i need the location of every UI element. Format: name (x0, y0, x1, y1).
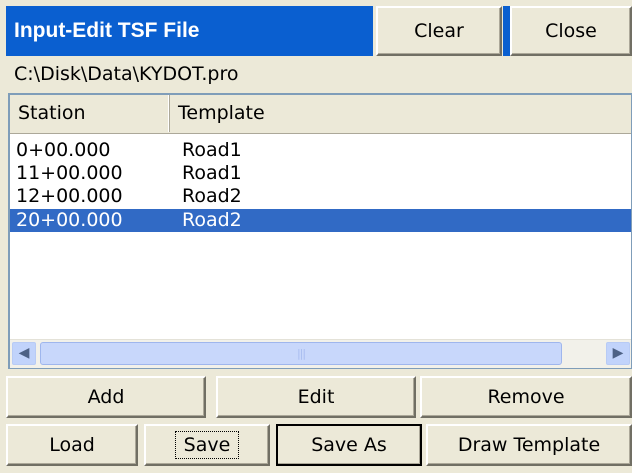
horizontal-scrollbar[interactable]: ◀ ||| ▶ (10, 339, 631, 368)
station-template-list[interactable]: Station Template 0+00.000 Road1 11+00.00… (8, 93, 632, 369)
template-cell: Road1 (182, 162, 242, 184)
template-cell: Road1 (182, 139, 242, 161)
save-button[interactable]: Save (144, 424, 270, 466)
list-row[interactable]: 0+00.000 Road1 (10, 139, 631, 162)
load-button[interactable]: Load (6, 424, 138, 466)
list-row[interactable]: 12+00.000 Road2 (10, 185, 631, 208)
list-row[interactable]: 11+00.000 Road1 (10, 162, 631, 185)
edit-button[interactable]: Edit (216, 376, 416, 418)
save-as-button[interactable]: Save As (276, 424, 422, 466)
file-path-label: C:\Disk\Data\KYDOT.pro (14, 63, 239, 85)
list-header: Station Template (10, 95, 631, 134)
column-header-template[interactable]: Template (170, 95, 631, 132)
scrollbar-thumb[interactable]: ||| (40, 342, 562, 365)
list-row-selected[interactable]: 20+00.000 Road2 (10, 209, 631, 232)
station-cell: 20+00.000 (16, 209, 123, 231)
station-cell: 0+00.000 (16, 139, 111, 161)
clear-button[interactable]: Clear (376, 6, 502, 56)
title-accent-strip (503, 6, 510, 56)
scroll-right-arrow-icon[interactable]: ▶ (606, 342, 630, 365)
draw-template-button[interactable]: Draw Template (426, 424, 632, 466)
template-cell: Road2 (182, 209, 242, 231)
title-bar: Input-Edit TSF File Clear Close (0, 0, 632, 63)
scroll-left-arrow-icon[interactable]: ◀ (12, 342, 36, 365)
station-cell: 11+00.000 (16, 162, 123, 184)
add-button[interactable]: Add (6, 376, 206, 418)
station-cell: 12+00.000 (16, 185, 123, 207)
column-header-station[interactable]: Station (10, 95, 170, 132)
template-cell: Road2 (182, 185, 242, 207)
close-button[interactable]: Close (510, 6, 632, 56)
dialog-title: Input-Edit TSF File (6, 6, 373, 56)
save-button-label: Save (174, 431, 240, 459)
remove-button[interactable]: Remove (420, 376, 632, 418)
